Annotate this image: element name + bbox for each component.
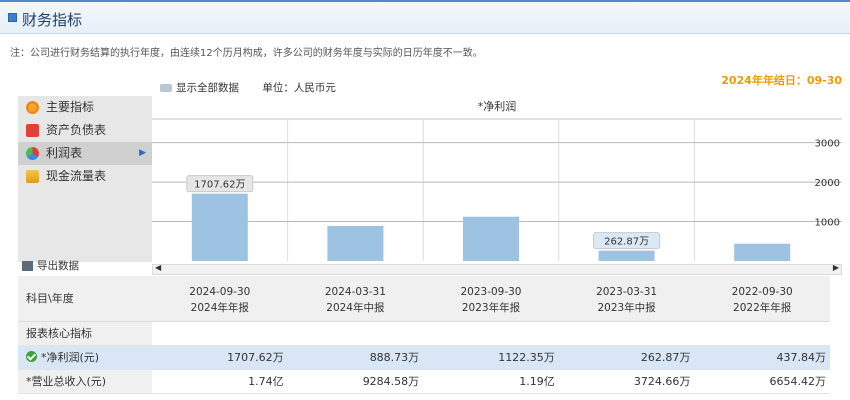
export-icon <box>22 261 33 271</box>
income-statement-icon <box>26 147 39 160</box>
nav-item-label: 资产负债表 <box>46 123 107 137</box>
column-type: 2022年年报 <box>733 302 792 314</box>
toggle-icon <box>160 84 172 92</box>
table-cell: 1.19亿 <box>519 375 555 388</box>
show-all-toggle[interactable]: 显示全部数据 <box>160 82 239 94</box>
toolbar: 显示全部数据 单位：人民币元 <box>160 80 336 95</box>
net-profit-chart: *净利润 1000 2000 3000 1707.62万 262.87万 <box>152 96 842 264</box>
chart-bar[interactable] <box>327 225 384 261</box>
table-cell: 262.87万 <box>640 351 691 364</box>
data-label-text: 262.87万 <box>604 237 649 248</box>
panel-header: 财务指标 <box>0 0 850 34</box>
checked-icon <box>26 351 37 362</box>
fiscal-note: 注：公司进行财务结算的执行年度，由连续12个历月构成，许多公司的财务年度与实际的… <box>10 48 483 59</box>
page-title: 财务指标 <box>22 11 83 29</box>
nav-item-label: 利润表 <box>46 146 83 160</box>
nav-item-label: 主要指标 <box>46 100 95 114</box>
nav-item-income-statement[interactable]: 利润表 ▶ <box>18 142 152 165</box>
table-cell: 437.84万 <box>776 351 826 364</box>
chart-svg: *净利润 1000 2000 3000 1707.62万 262.87万 <box>152 96 842 264</box>
table-row-revenue[interactable]: *营业总收入(元) 1.74亿 9284.58万 1.19亿 3724.66万 … <box>18 370 830 394</box>
unit-label: 单位：人民币元 <box>262 82 336 94</box>
row-label-text: *净利润(元) <box>41 351 100 364</box>
active-arrow-icon: ▶ <box>139 148 146 158</box>
column-type: 2024年年报 <box>190 302 249 314</box>
chart-bar[interactable] <box>463 216 519 261</box>
column-date: 2022-09-30 <box>731 286 793 298</box>
y-tick-label: 3000 <box>815 139 840 150</box>
chart-bar[interactable] <box>734 243 791 261</box>
empty-cell <box>423 322 559 345</box>
table-cell: 6654.42万 <box>769 375 826 388</box>
financial-table: 科目\年度 2024-09-30 2024年年报 2024-03-31 2024年中… <box>18 276 830 394</box>
data-label-text: 1707.62万 <box>194 180 245 191</box>
empty-cell <box>152 322 288 345</box>
cash-flow-icon <box>26 170 39 183</box>
column-header: 2024-09-30 2024年年报 <box>152 276 288 321</box>
data-label: 1707.62万 <box>186 175 254 193</box>
header-bullet-icon <box>8 13 17 22</box>
data-label: 262.87万 <box>593 232 661 250</box>
y-tick-label: 2000 <box>815 178 840 189</box>
chart-title: *净利润 <box>478 99 517 113</box>
scroll-left-icon[interactable]: ◀ <box>155 263 161 272</box>
table-cell: 888.73万 <box>369 351 420 364</box>
chart-bar[interactable] <box>598 250 655 261</box>
column-date: 2023-09-30 <box>460 286 522 298</box>
column-type: 2024年中报 <box>326 302 385 314</box>
chart-scrollbar[interactable]: ◀ ▶ <box>152 263 842 275</box>
table-cell: 1122.35万 <box>498 351 555 364</box>
row-label: *净利润(元) <box>18 346 152 369</box>
column-date: 2024-03-31 <box>324 286 386 298</box>
nav-item-main-indicators[interactable]: 主要指标 <box>18 96 152 119</box>
row-label: *营业总收入(元) <box>18 370 152 393</box>
nav-item-cash-flow[interactable]: 现金流量表 <box>18 165 152 188</box>
column-date: 2024-09-30 <box>189 286 251 298</box>
section-label: 报表核心指标 <box>18 322 152 345</box>
empty-cell <box>694 322 830 345</box>
table-cell: 1.74亿 <box>248 375 284 388</box>
chart-bar[interactable] <box>191 193 248 261</box>
table-cell: 3724.66万 <box>633 375 691 388</box>
table-cell: 1707.62万 <box>227 351 284 364</box>
scroll-right-icon[interactable]: ▶ <box>833 263 839 272</box>
column-type: 2023年中报 <box>597 302 656 314</box>
column-type: 2023年年报 <box>461 302 521 314</box>
table-row-net-profit[interactable]: *净利润(元) 1707.62万 888.73万 1122.35万 262.87… <box>18 346 830 370</box>
column-header: 2024-03-31 2024年中报 <box>288 276 424 321</box>
fiscal-year-end: 2024年年结日：09-30 <box>721 74 842 87</box>
column-header: 2023-09-30 2023年年报 <box>423 276 559 321</box>
empty-cell <box>559 322 695 345</box>
header-label: 科目\年度 <box>26 292 74 305</box>
table-cell: 9284.58万 <box>362 375 420 388</box>
statement-nav: 主要指标 资产负债表 利润表 ▶ 现金流量表 <box>18 96 152 262</box>
balance-sheet-icon <box>26 124 39 137</box>
section-row: 报表核心指标 <box>18 322 830 346</box>
export-data-button[interactable]: 导出数据 <box>22 258 79 273</box>
show-all-label: 显示全部数据 <box>176 82 239 94</box>
column-header: 2022-09-30 2022年年报 <box>694 276 830 321</box>
empty-cell <box>288 322 424 345</box>
nav-item-balance-sheet[interactable]: 资产负债表 <box>18 119 152 142</box>
column-header: 2023-03-31 2023年中报 <box>559 276 695 321</box>
column-date: 2023-03-31 <box>596 286 658 298</box>
main-indicator-icon <box>26 101 39 114</box>
table-header: 科目\年度 2024-09-30 2024年年报 2024-03-31 2024年中… <box>18 276 830 322</box>
export-label: 导出数据 <box>37 260 79 272</box>
y-tick-label: 1000 <box>815 218 840 229</box>
nav-item-label: 现金流量表 <box>46 169 107 183</box>
